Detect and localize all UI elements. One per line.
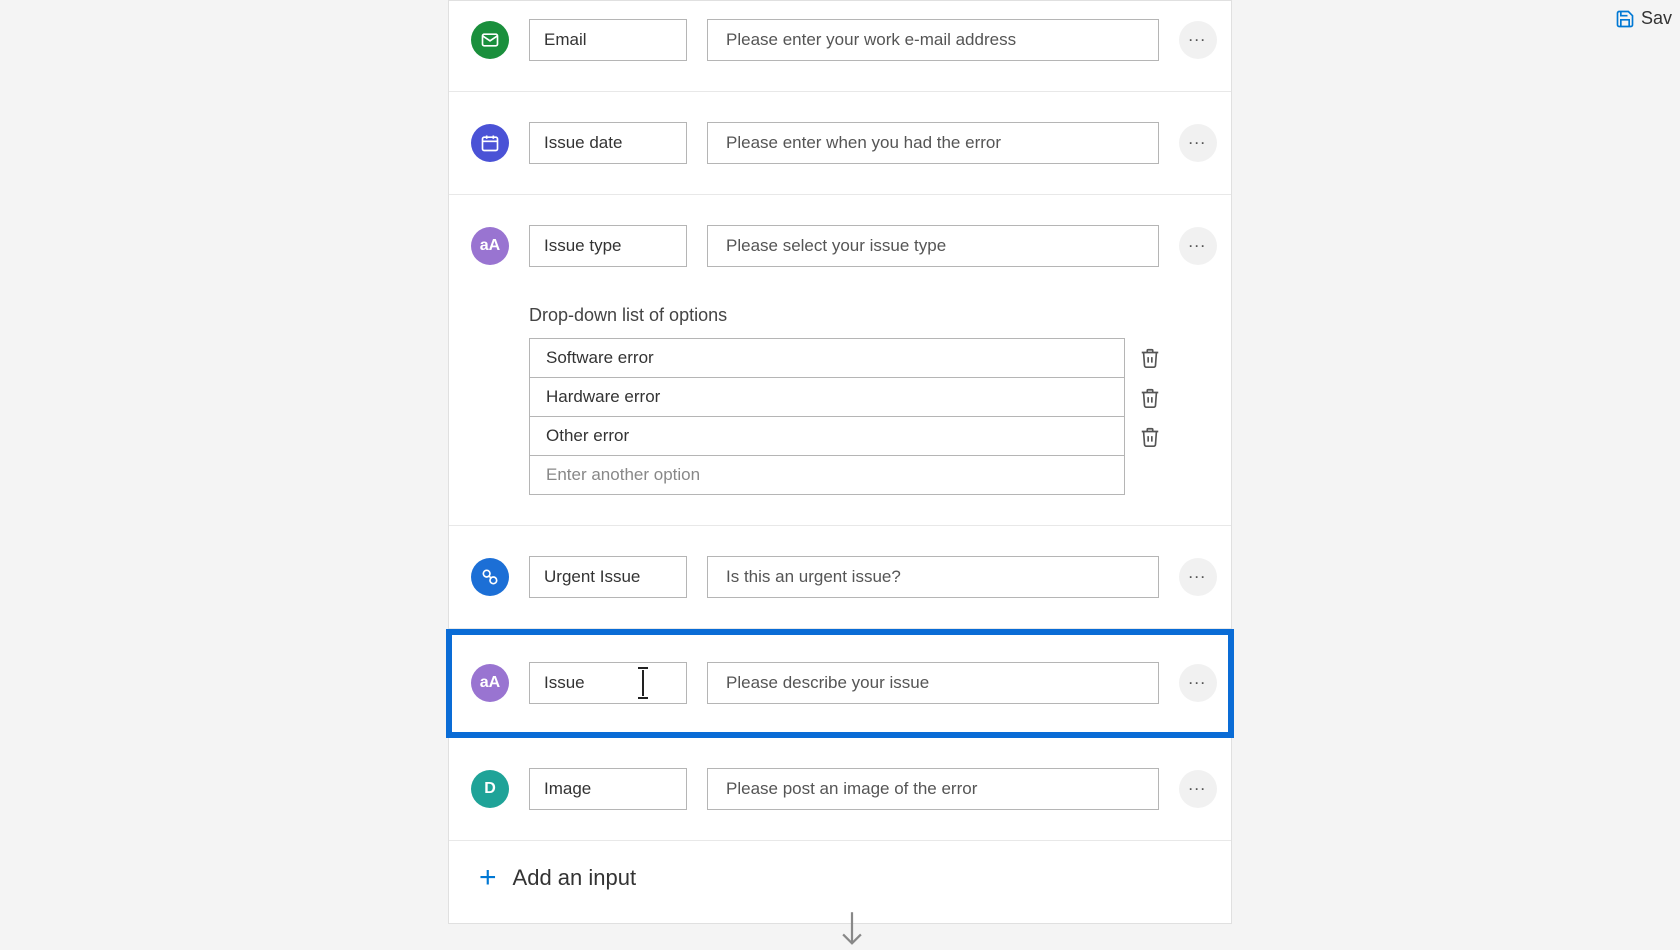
plus-icon: + xyxy=(479,863,497,893)
trash-icon[interactable] xyxy=(1139,347,1161,369)
label-text: Issue type xyxy=(544,236,622,256)
label-input-type[interactable]: Issue type xyxy=(529,225,687,267)
dropdown-options: Drop-down list of options Software error xyxy=(471,305,1217,495)
label-input-email[interactable]: Email xyxy=(529,19,687,61)
placeholder-text: Please enter your work e-mail address xyxy=(726,30,1016,50)
label-text: Issue date xyxy=(544,133,622,153)
label-input-urgent[interactable]: Urgent Issue xyxy=(529,556,687,598)
label-text: Image xyxy=(544,779,591,799)
form-builder-card: Email Please enter your work e-mail addr… xyxy=(448,0,1232,924)
more-button[interactable]: ··· xyxy=(1179,770,1217,808)
add-input-button[interactable]: + Add an input xyxy=(449,841,1231,903)
input-row-issue[interactable]: aA Issue Please describe your issue ··· xyxy=(449,632,1231,735)
placeholder-text: Is this an urgent issue? xyxy=(726,567,901,587)
input-row-image[interactable]: D Image Please post an image of the erro… xyxy=(449,738,1231,841)
calendar-icon xyxy=(471,124,509,162)
save-label: Sav xyxy=(1641,8,1672,29)
option-text: Hardware error xyxy=(546,387,660,407)
label-input-image[interactable]: Image xyxy=(529,768,687,810)
option-text: Software error xyxy=(546,348,654,368)
trash-icon[interactable] xyxy=(1139,426,1161,448)
more-button[interactable]: ··· xyxy=(1179,227,1217,265)
placeholder-input-date[interactable]: Please enter when you had the error xyxy=(707,122,1159,164)
placeholder-text: Please post an image of the error xyxy=(726,779,977,799)
more-button[interactable]: ··· xyxy=(1179,21,1217,59)
trash-icon[interactable] xyxy=(1139,387,1161,409)
input-row-type[interactable]: aA Issue type Please select your issue t… xyxy=(449,195,1231,526)
add-option-placeholder: Enter another option xyxy=(546,465,700,485)
placeholder-text: Please describe your issue xyxy=(726,673,929,693)
placeholder-input-type[interactable]: Please select your issue type xyxy=(707,225,1159,267)
save-icon xyxy=(1615,9,1635,29)
option-text: Other error xyxy=(546,426,629,446)
option-item[interactable]: Software error xyxy=(529,338,1125,378)
arrow-down-icon xyxy=(838,910,866,950)
text-cursor-icon xyxy=(642,670,644,696)
label-input-date[interactable]: Issue date xyxy=(529,122,687,164)
more-button[interactable]: ··· xyxy=(1179,124,1217,162)
input-row-email[interactable]: Email Please enter your work e-mail addr… xyxy=(449,1,1231,92)
label-text: Email xyxy=(544,30,587,50)
save-button[interactable]: Sav xyxy=(1615,8,1672,29)
options-title: Drop-down list of options xyxy=(529,305,1161,326)
input-row-urgent[interactable]: Urgent Issue Is this an urgent issue? ··… xyxy=(449,526,1231,629)
placeholder-input-image[interactable]: Please post an image of the error xyxy=(707,768,1159,810)
placeholder-input-issue[interactable]: Please describe your issue xyxy=(707,662,1159,704)
toggle-icon xyxy=(471,558,509,596)
add-option-input[interactable]: Enter another option xyxy=(529,455,1125,495)
more-button[interactable]: ··· xyxy=(1179,664,1217,702)
option-item[interactable]: Hardware error xyxy=(529,377,1125,417)
email-icon xyxy=(471,21,509,59)
text-icon: aA xyxy=(471,664,509,702)
label-text: Urgent Issue xyxy=(544,567,640,587)
placeholder-input-email[interactable]: Please enter your work e-mail address xyxy=(707,19,1159,61)
option-item[interactable]: Other error xyxy=(529,416,1125,456)
more-button[interactable]: ··· xyxy=(1179,558,1217,596)
label-input-issue[interactable]: Issue xyxy=(529,662,687,704)
file-icon: D xyxy=(471,770,509,808)
placeholder-input-urgent[interactable]: Is this an urgent issue? xyxy=(707,556,1159,598)
text-icon: aA xyxy=(471,227,509,265)
add-input-label: Add an input xyxy=(513,865,637,891)
placeholder-text: Please enter when you had the error xyxy=(726,133,1001,153)
placeholder-text: Please select your issue type xyxy=(726,236,946,256)
input-row-date[interactable]: Issue date Please enter when you had the… xyxy=(449,92,1231,195)
label-text: Issue xyxy=(544,673,585,693)
